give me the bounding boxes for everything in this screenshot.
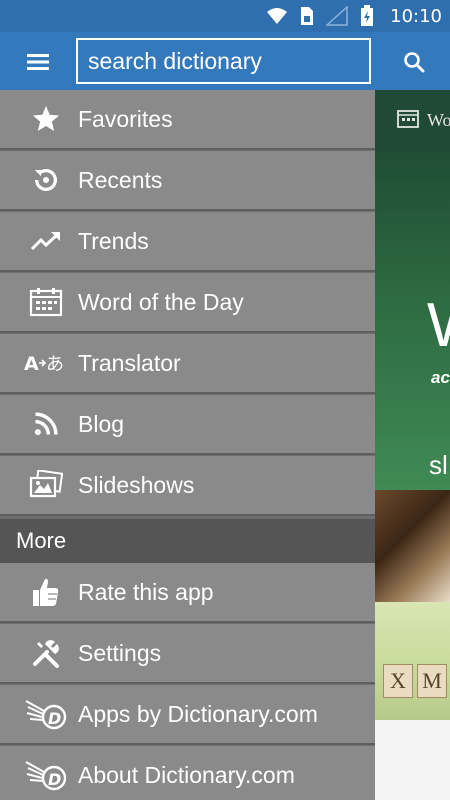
drawer-item-blog[interactable]: Blog <box>0 395 375 455</box>
content-card <box>375 720 450 800</box>
battery-icon <box>356 5 378 27</box>
tile-x: X <box>383 664 413 698</box>
search-input[interactable] <box>88 47 369 75</box>
calendar-icon <box>397 108 419 133</box>
drawer-item-label: About Dictionary.com <box>78 761 295 788</box>
svg-text:D: D <box>48 709 61 728</box>
calendar-icon <box>22 282 70 322</box>
status-bar: 10:10 <box>0 0 450 32</box>
tiles-photo[interactable]: X M <box>375 602 450 720</box>
photos-icon <box>22 465 70 505</box>
svg-text:D: D <box>48 770 61 789</box>
svg-text:A: A <box>24 353 39 375</box>
wotd-definition-partial: sl <box>429 450 448 480</box>
app-bar <box>0 32 450 90</box>
star-icon <box>22 99 70 139</box>
navigation-drawer: Favorites Recents Trends Word of the Day… <box>0 90 375 800</box>
drawer-item-label: Apps by Dictionary.com <box>78 700 318 727</box>
wifi-icon <box>266 5 288 27</box>
drawer-item-recents[interactable]: Recents <box>0 151 375 211</box>
drawer-item-label: Trends <box>78 227 149 254</box>
drawer-item-rate-app[interactable]: Rate this app <box>0 563 375 623</box>
history-icon <box>22 160 70 200</box>
drawer-item-slideshows[interactable]: Slideshows <box>0 456 375 516</box>
sim-icon <box>296 5 318 27</box>
drawer-item-word-of-the-day[interactable]: Word of the Day <box>0 273 375 333</box>
hamburger-menu-icon[interactable] <box>22 50 54 74</box>
drawer-item-label: Recents <box>78 166 163 193</box>
status-clock: 10:10 <box>390 5 442 27</box>
drawer-item-label: Word of the Day <box>78 288 244 315</box>
tile-m: M <box>417 664 447 698</box>
wotd-word-partial: W <box>427 290 450 361</box>
drawer-item-about-dictionary[interactable]: D About Dictionary.com <box>0 746 375 800</box>
background-content: Wo W ac sl X M <box>375 90 450 800</box>
signal-icon <box>326 5 348 27</box>
drawer-item-label: Blog <box>78 410 125 437</box>
wotd-strip: Wo <box>375 90 450 150</box>
drawer-item-label: Rate this app <box>78 578 214 605</box>
wotd-pronunciation-partial: ac <box>431 368 450 387</box>
search-box[interactable] <box>76 38 371 84</box>
drawer-item-apps-by-dictionary[interactable]: D Apps by Dictionary.com <box>0 685 375 745</box>
trending-up-icon <box>22 221 70 261</box>
tools-icon <box>22 633 70 673</box>
dictionary-logo-icon: D <box>22 755 70 795</box>
drawer-item-translator[interactable]: Aあ Translator <box>0 334 375 394</box>
more-header-label: More <box>16 528 67 553</box>
translate-icon: Aあ <box>22 343 70 383</box>
wotd-card[interactable]: W ac sl <box>375 150 450 490</box>
rss-icon <box>22 404 70 444</box>
drawer-item-label: Settings <box>78 639 162 666</box>
wotd-strip-label: Wo <box>427 109 450 130</box>
drawer-item-label: Favorites <box>78 105 173 132</box>
drawer-item-trends[interactable]: Trends <box>0 212 375 272</box>
thumbs-up-icon <box>22 572 70 612</box>
drawer-item-favorites[interactable]: Favorites <box>0 90 375 150</box>
dictionary-logo-icon: D <box>22 694 70 734</box>
svg-text:あ: あ <box>46 354 64 375</box>
slideshow-photo[interactable] <box>375 490 450 602</box>
drawer-item-label: Translator <box>78 349 181 376</box>
search-icon[interactable] <box>398 46 430 78</box>
drawer-item-label: Slideshows <box>78 471 195 498</box>
drawer-item-settings[interactable]: Settings <box>0 624 375 684</box>
more-section-header: More <box>0 519 375 563</box>
